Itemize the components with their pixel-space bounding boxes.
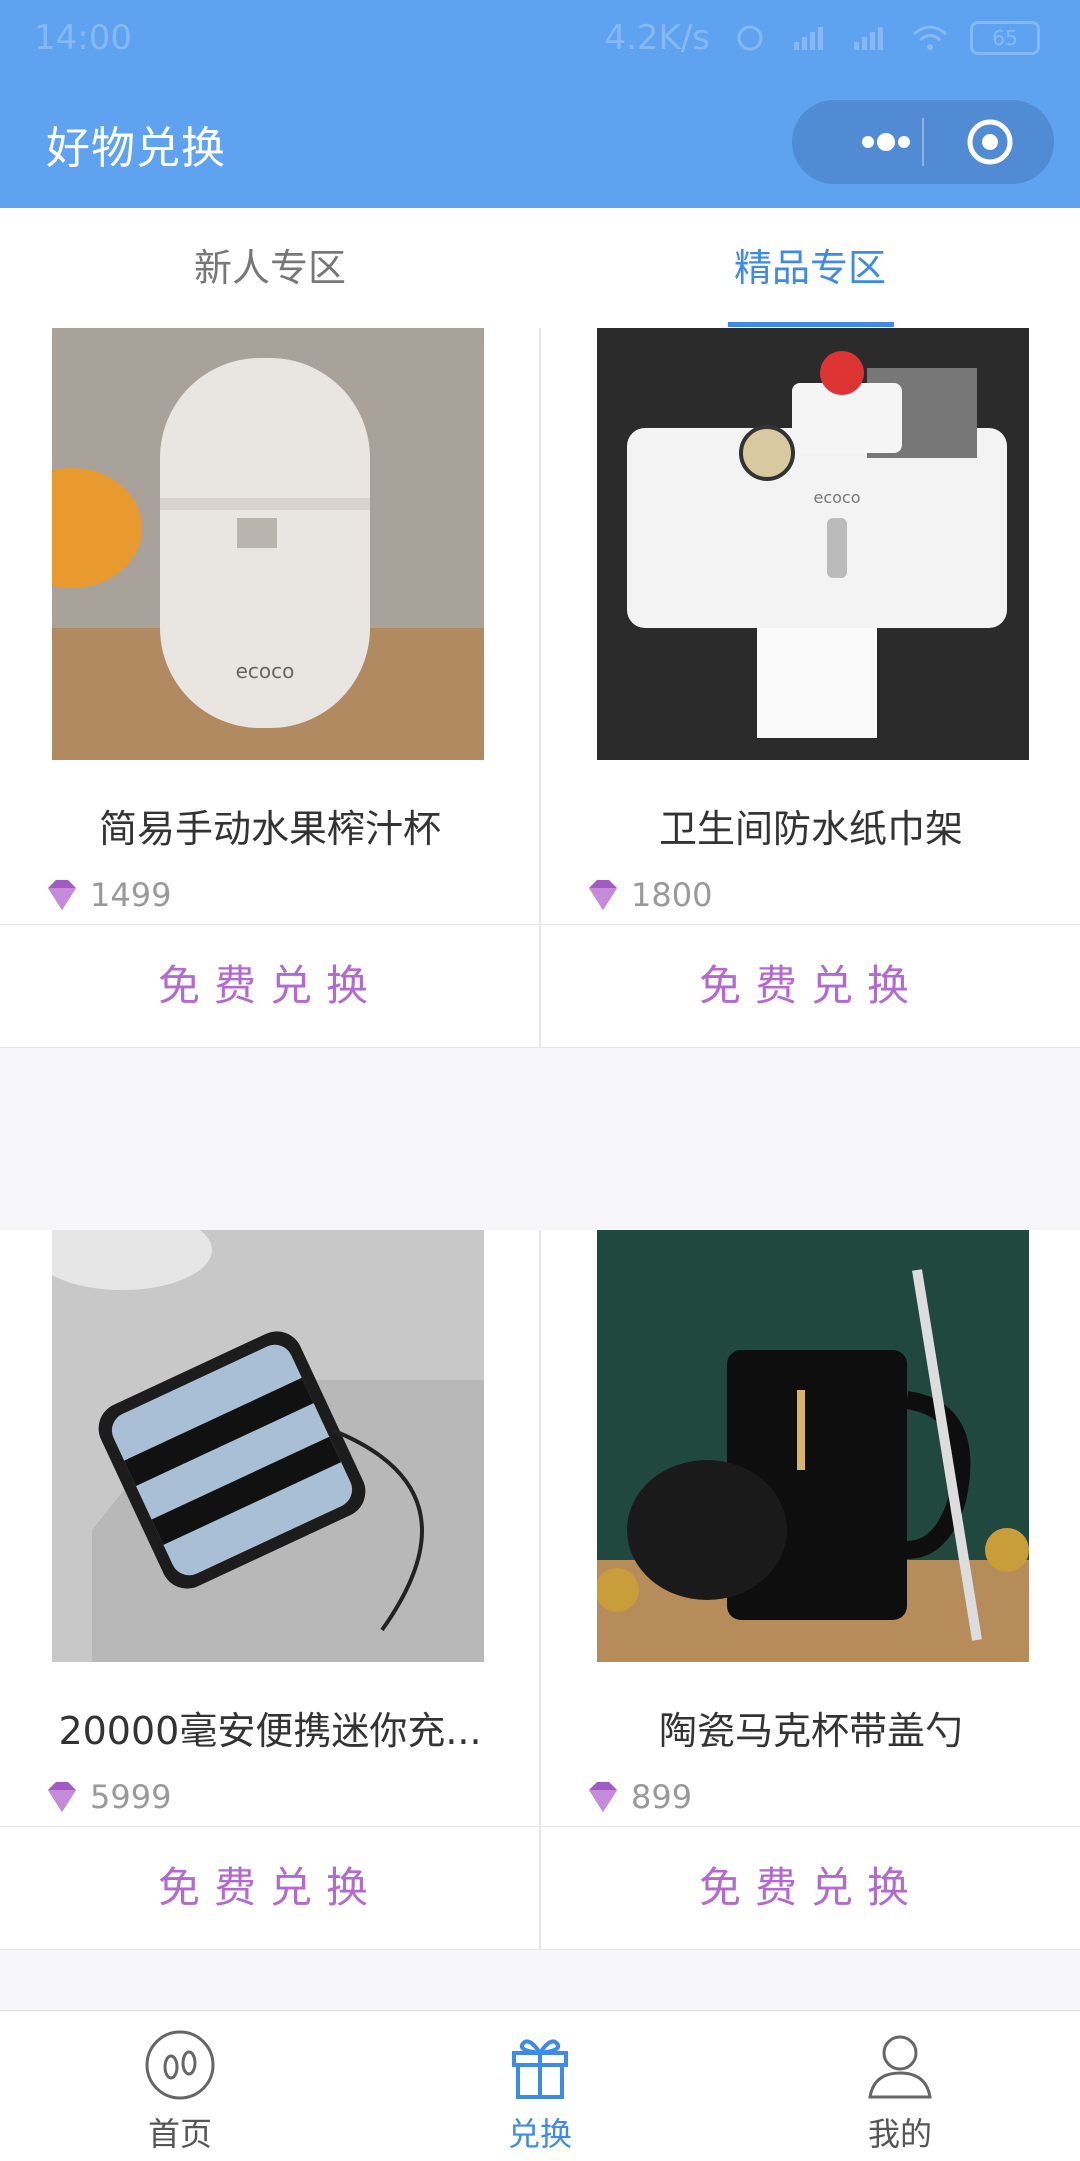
- network-speed: 4.2K/s: [604, 18, 710, 58]
- gift-icon: [512, 2039, 568, 2099]
- juicer-cup-image[interactable]: ecoco: [52, 328, 484, 760]
- capsule-divider: [922, 118, 924, 166]
- product-name: 卫生间防水纸巾架: [658, 807, 963, 851]
- app-header: 14:00 4.2K/s 65 好物兑换: [0, 0, 1080, 208]
- product-card[interactable]: ecoco 简易手动水果榨汁杯 1499 免费兑换: [0, 328, 540, 1048]
- price-value: 1800: [631, 876, 713, 914]
- svg-text:ecoco: ecoco: [236, 659, 295, 683]
- battery-indicator: 65: [970, 21, 1040, 55]
- price-value: 899: [631, 1778, 693, 1816]
- active-tab-indicator: [728, 322, 894, 327]
- price-value: 5999: [90, 1778, 172, 1816]
- alarm-icon: [737, 25, 763, 51]
- nav-home[interactable]: 首页: [0, 2011, 360, 2161]
- wifi-icon: [913, 25, 947, 50]
- more-options-icon[interactable]: [828, 124, 948, 160]
- diamond-icon: [48, 1782, 76, 1812]
- page-title: 好物兑换: [46, 123, 226, 174]
- product-card[interactable]: 20000毫安便携迷你充... 5999 免费兑换: [0, 1230, 540, 1950]
- nav-exchange[interactable]: 兑换: [360, 2011, 720, 2161]
- redeem-button[interactable]: 免费兑换: [541, 924, 1080, 1048]
- redeem-button[interactable]: 免费兑换: [541, 1826, 1080, 1950]
- status-time: 14:00: [34, 18, 132, 58]
- close-miniprogram-icon[interactable]: [960, 118, 1020, 166]
- diamond-icon: [589, 1782, 617, 1812]
- signal-icon: [794, 27, 823, 50]
- product-card[interactable]: 陶瓷马克杯带盖勺 899 免费兑换: [541, 1230, 1080, 1950]
- nav-exchange-label: 兑换: [507, 2115, 572, 2153]
- diamond-icon: [48, 880, 76, 910]
- product-price: 1499: [42, 876, 171, 914]
- ceramic-mug-image[interactable]: [597, 1230, 1029, 1662]
- mini-program-capsule: [792, 100, 1054, 184]
- product-card[interactable]: ecoco 卫生间防水纸巾架 1800 免费兑换: [541, 328, 1080, 1048]
- diamond-icon: [589, 880, 617, 910]
- user-icon: [868, 2035, 932, 2099]
- redeem-button[interactable]: 免费兑换: [0, 924, 540, 1048]
- svg-text:ecoco: ecoco: [813, 488, 860, 507]
- tab-newcomer[interactable]: 新人专区: [0, 208, 540, 328]
- nav-home-label: 首页: [147, 2115, 212, 2153]
- product-name: 陶瓷马克杯带盖勺: [658, 1709, 963, 1753]
- status-bar: 14:00 4.2K/s 65: [0, 0, 1080, 80]
- signal-2-icon: [854, 27, 883, 50]
- product-price: 1800: [583, 876, 712, 914]
- product-price: 5999: [42, 1778, 171, 1816]
- price-value: 1499: [90, 876, 172, 914]
- redeem-button[interactable]: 免费兑换: [0, 1826, 540, 1950]
- tab-bar: 新人专区 精品专区: [0, 208, 1080, 329]
- status-indicators: 4.2K/s 65: [604, 18, 1040, 58]
- bottom-navigation: 首页 兑换 我的: [0, 2010, 1080, 2161]
- product-price: 899: [583, 1778, 692, 1816]
- tab-premium[interactable]: 精品专区: [540, 208, 1080, 328]
- tissue-holder-image[interactable]: ecoco: [597, 328, 1029, 760]
- power-bank-image[interactable]: [52, 1230, 484, 1662]
- footprints-icon: [145, 2030, 215, 2100]
- nav-mine-label: 我的: [867, 2115, 932, 2153]
- product-name: 简易手动水果榨汁杯: [98, 807, 441, 851]
- nav-mine[interactable]: 我的: [720, 2011, 1080, 2161]
- product-name: 20000毫安便携迷你充...: [58, 1709, 482, 1753]
